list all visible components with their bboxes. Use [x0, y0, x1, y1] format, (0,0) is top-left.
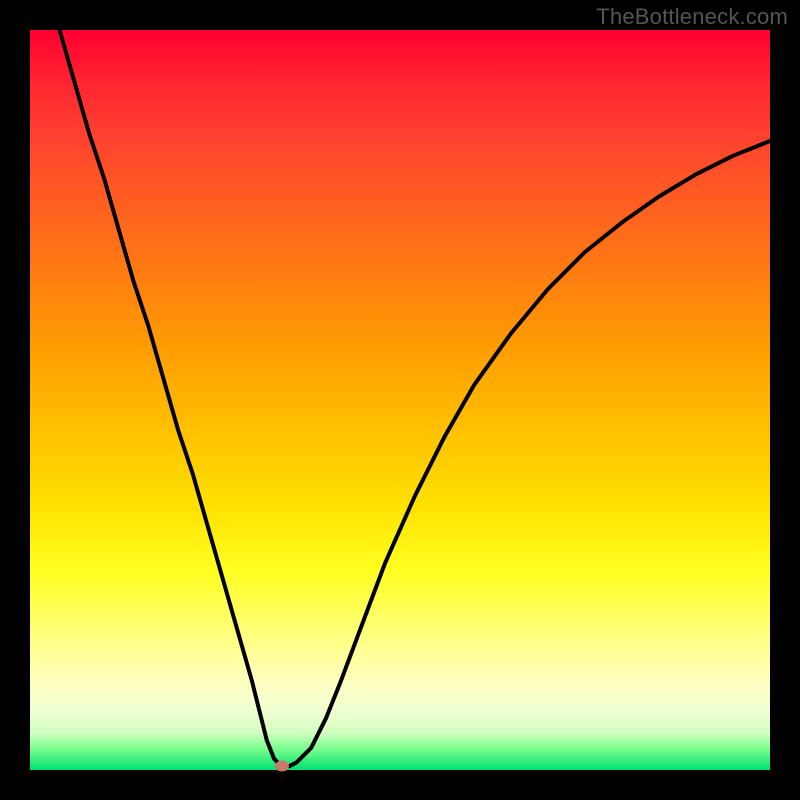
plot-area [30, 30, 770, 770]
watermark-text: TheBottleneck.com [596, 4, 788, 30]
optimum-marker [275, 761, 289, 772]
bottleneck-curve [60, 30, 770, 766]
chart-container: TheBottleneck.com [0, 0, 800, 800]
curve-svg [30, 30, 770, 770]
